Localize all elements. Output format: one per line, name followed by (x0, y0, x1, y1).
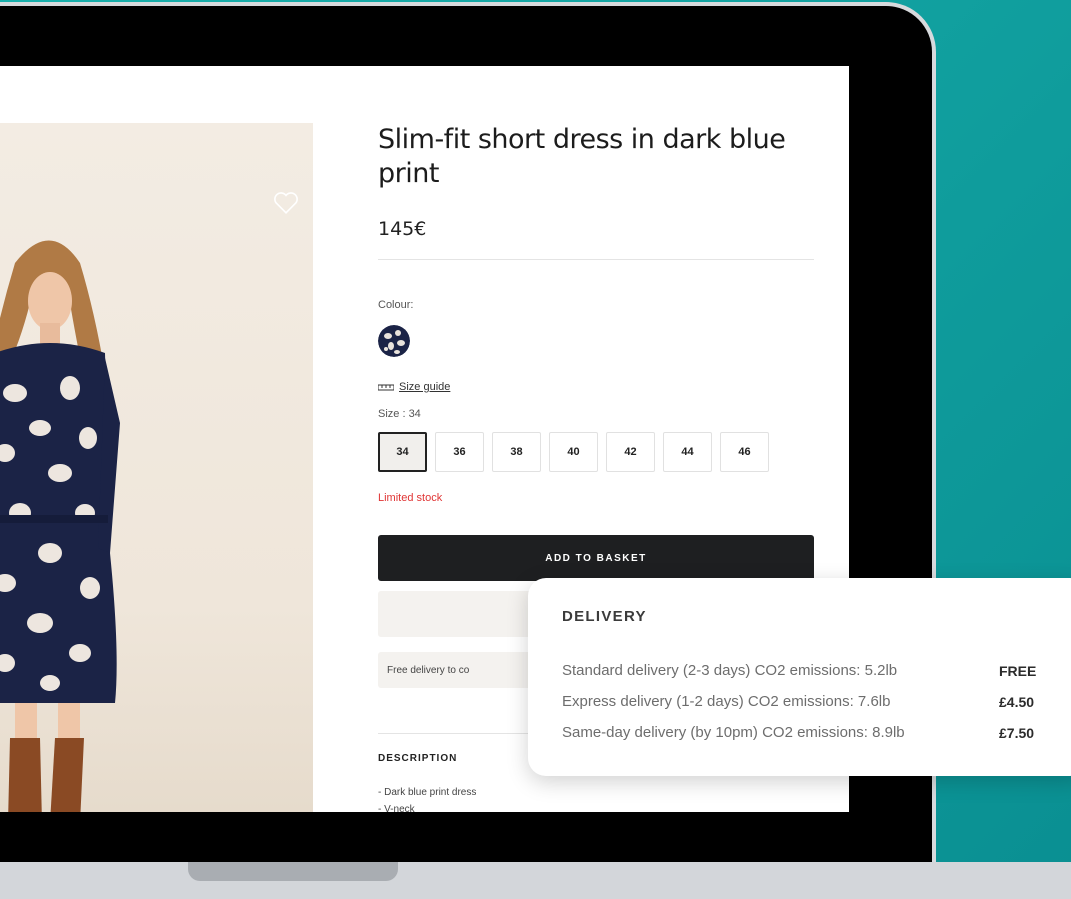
size-label: Size : 34 (378, 408, 421, 420)
divider (378, 259, 814, 260)
size-option[interactable]: 44 (663, 432, 712, 472)
colour-swatch-icon[interactable] (378, 325, 410, 357)
description-item: - V-neck (378, 804, 415, 812)
heart-outline-icon[interactable] (272, 191, 300, 215)
description-item: - Dark blue print dress (378, 787, 477, 798)
product-title: Slim-fit short dress in dark blue print (378, 124, 786, 189)
size-option[interactable]: 38 (492, 432, 541, 472)
stock-status: Limited stock (378, 492, 443, 504)
delivery-option-express: Express delivery (1-2 days) CO2 emission… (562, 693, 891, 710)
delivery-option-standard: Standard delivery (2-3 days) CO2 emissio… (562, 662, 898, 679)
size-option[interactable]: 40 (549, 432, 598, 472)
size-option[interactable]: 36 (435, 432, 484, 472)
ruler-icon (378, 384, 394, 391)
add-to-basket-button[interactable]: ADD TO BASKET (378, 535, 814, 581)
size-selector: 34 36 38 40 42 44 46 (378, 432, 769, 472)
product-image (0, 123, 313, 812)
size-guide-link[interactable]: Size guide (378, 381, 450, 393)
size-option[interactable]: 34 (378, 432, 427, 472)
description-title: DESCRIPTION (378, 753, 458, 764)
delivery-price-standard: FREE (999, 663, 1037, 679)
delivery-price-express: £4.50 (999, 694, 1035, 710)
delivery-price-same-day: £7.50 (999, 725, 1035, 741)
size-option[interactable]: 46 (720, 432, 769, 472)
laptop-notch (188, 862, 398, 881)
product-price: 145€ (378, 218, 427, 240)
model-photo (0, 240, 120, 812)
delivery-option-same-day: Same-day delivery (by 10pm) CO2 emission… (562, 724, 905, 741)
laptop-base (0, 862, 1071, 899)
size-guide-text[interactable]: Size guide (399, 381, 450, 393)
delivery-card: DELIVERY Standard delivery (2-3 days) CO… (528, 578, 1071, 776)
size-option[interactable]: 42 (606, 432, 655, 472)
colour-label: Colour: (378, 299, 414, 311)
delivery-title: DELIVERY (562, 608, 647, 625)
